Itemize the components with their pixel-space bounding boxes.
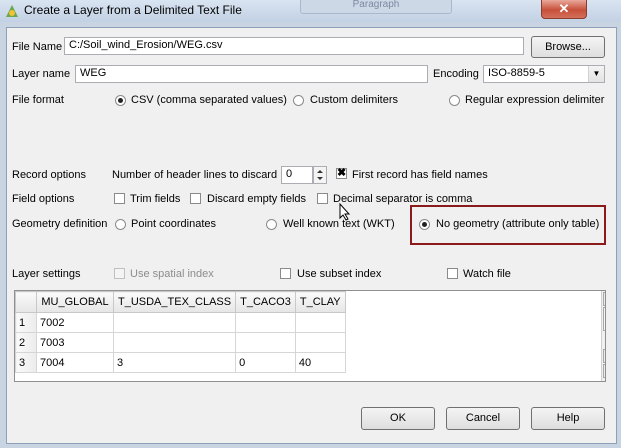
table-cell[interactable]: 7004 — [36, 352, 114, 373]
decimal-comma-label[interactable]: Decimal separator is comma — [333, 193, 472, 205]
sample-data-table[interactable]: MU_GLOBAL T_USDA_TEX_CLASS T_CACO3 T_CLA… — [14, 290, 606, 382]
table-vertical-scrollbar[interactable]: ▲ ▲ ▼ — [601, 291, 605, 381]
decimal-comma-checkbox[interactable] — [317, 193, 328, 204]
file-name-label: File Name — [12, 41, 63, 53]
format-custom-radio[interactable] — [293, 95, 304, 106]
table-cell[interactable] — [112, 332, 237, 353]
table-cell[interactable] — [235, 312, 296, 333]
row-number: 1 — [15, 312, 37, 333]
layer-settings-label: Layer settings — [12, 268, 81, 280]
table-row[interactable]: 1 7002 — [15, 312, 346, 333]
subset-index-label[interactable]: Use subset index — [297, 268, 381, 280]
scroll-up-arrow-icon[interactable]: ▲ — [603, 349, 605, 363]
table-cell[interactable] — [294, 312, 346, 333]
table-cell[interactable]: 40 — [294, 352, 346, 373]
layer-name-field[interactable]: WEG — [75, 65, 428, 83]
table-cell[interactable]: 7003 — [36, 332, 114, 353]
file-format-label: File format — [12, 94, 64, 106]
scroll-down-arrow-icon[interactable]: ▼ — [603, 364, 605, 378]
corner-header-cell — [15, 291, 37, 313]
spin-arrows-icon — [317, 170, 323, 180]
geometry-point-label[interactable]: Point coordinates — [131, 218, 216, 230]
help-button[interactable]: Help — [531, 407, 605, 430]
encoding-combobox[interactable]: ISO-8859-5 ▼ — [483, 65, 605, 83]
record-options-label: Record options — [12, 169, 86, 181]
geometry-point-radio[interactable] — [115, 219, 126, 230]
window-title: Create a Layer from a Delimited Text Fil… — [24, 3, 242, 17]
table-cell[interactable] — [112, 312, 237, 333]
mouse-cursor-icon — [339, 203, 351, 221]
encoding-label: Encoding — [433, 68, 479, 80]
watch-file-label[interactable]: Watch file — [463, 268, 511, 280]
layer-name-label: Layer name — [12, 68, 71, 80]
qgis-app-icon — [6, 5, 18, 17]
highlight-box — [410, 205, 606, 245]
table-cell[interactable] — [294, 332, 346, 353]
ok-button[interactable]: OK — [361, 407, 435, 430]
column-header[interactable]: MU_GLOBAL — [36, 291, 114, 313]
first-record-checkbox[interactable]: ✖ — [336, 168, 347, 179]
table-cell[interactable]: 7002 — [36, 312, 114, 333]
chevron-down-icon[interactable]: ▼ — [588, 66, 604, 82]
spatial-index-label[interactable]: Use spatial index — [130, 268, 214, 280]
geometry-definition-label: Geometry definition — [12, 218, 108, 230]
subset-index-checkbox[interactable] — [280, 268, 291, 279]
row-number: 2 — [15, 332, 37, 353]
table-row[interactable]: 2 7003 — [15, 332, 346, 353]
field-options-label: Field options — [12, 193, 75, 205]
discard-empty-label[interactable]: Discard empty fields — [207, 193, 306, 205]
format-csv-radio[interactable] — [115, 95, 126, 106]
table-row[interactable]: 3 7004 3 0 40 — [15, 352, 346, 373]
window-close-button[interactable]: ✕ — [541, 0, 587, 19]
browse-button[interactable]: Browse... — [531, 36, 605, 58]
column-header[interactable]: T_CLAY — [294, 291, 346, 313]
format-regex-label[interactable]: Regular expression delimiter — [465, 94, 604, 106]
scroll-up-arrow-icon[interactable]: ▲ — [603, 292, 605, 306]
scrollbar-thumb[interactable] — [603, 307, 605, 331]
table-header-row: MU_GLOBAL T_USDA_TEX_CLASS T_CACO3 T_CLA… — [15, 291, 346, 313]
column-header[interactable]: T_CACO3 — [235, 291, 296, 313]
table-cell[interactable] — [235, 332, 296, 353]
format-csv-label[interactable]: CSV (comma separated values) — [131, 94, 287, 106]
header-lines-spin-buttons[interactable] — [313, 166, 327, 184]
table-cell[interactable]: 0 — [235, 352, 296, 373]
cancel-button[interactable]: Cancel — [446, 407, 520, 430]
geometry-wkt-radio[interactable] — [266, 219, 277, 230]
table-cell[interactable]: 3 — [112, 352, 237, 373]
trim-fields-checkbox[interactable] — [114, 193, 125, 204]
background-tab: Paragraph — [300, 0, 452, 14]
watch-file-checkbox[interactable] — [447, 268, 458, 279]
column-header[interactable]: T_USDA_TEX_CLASS — [112, 291, 237, 313]
discard-empty-checkbox[interactable] — [190, 193, 201, 204]
spatial-index-checkbox[interactable] — [114, 268, 125, 279]
row-number: 3 — [15, 352, 37, 373]
header-lines-spinbox[interactable]: 0 — [281, 166, 313, 184]
first-record-label[interactable]: First record has field names — [352, 169, 488, 181]
format-custom-label[interactable]: Custom delimiters — [310, 94, 398, 106]
format-regex-radio[interactable] — [449, 95, 460, 106]
trim-fields-label[interactable]: Trim fields — [130, 193, 180, 205]
encoding-value: ISO-8859-5 — [488, 67, 545, 79]
file-name-field[interactable]: C:/Soil_wind_Erosion/WEG.csv — [64, 37, 524, 55]
header-lines-label: Number of header lines to discard — [112, 169, 278, 181]
